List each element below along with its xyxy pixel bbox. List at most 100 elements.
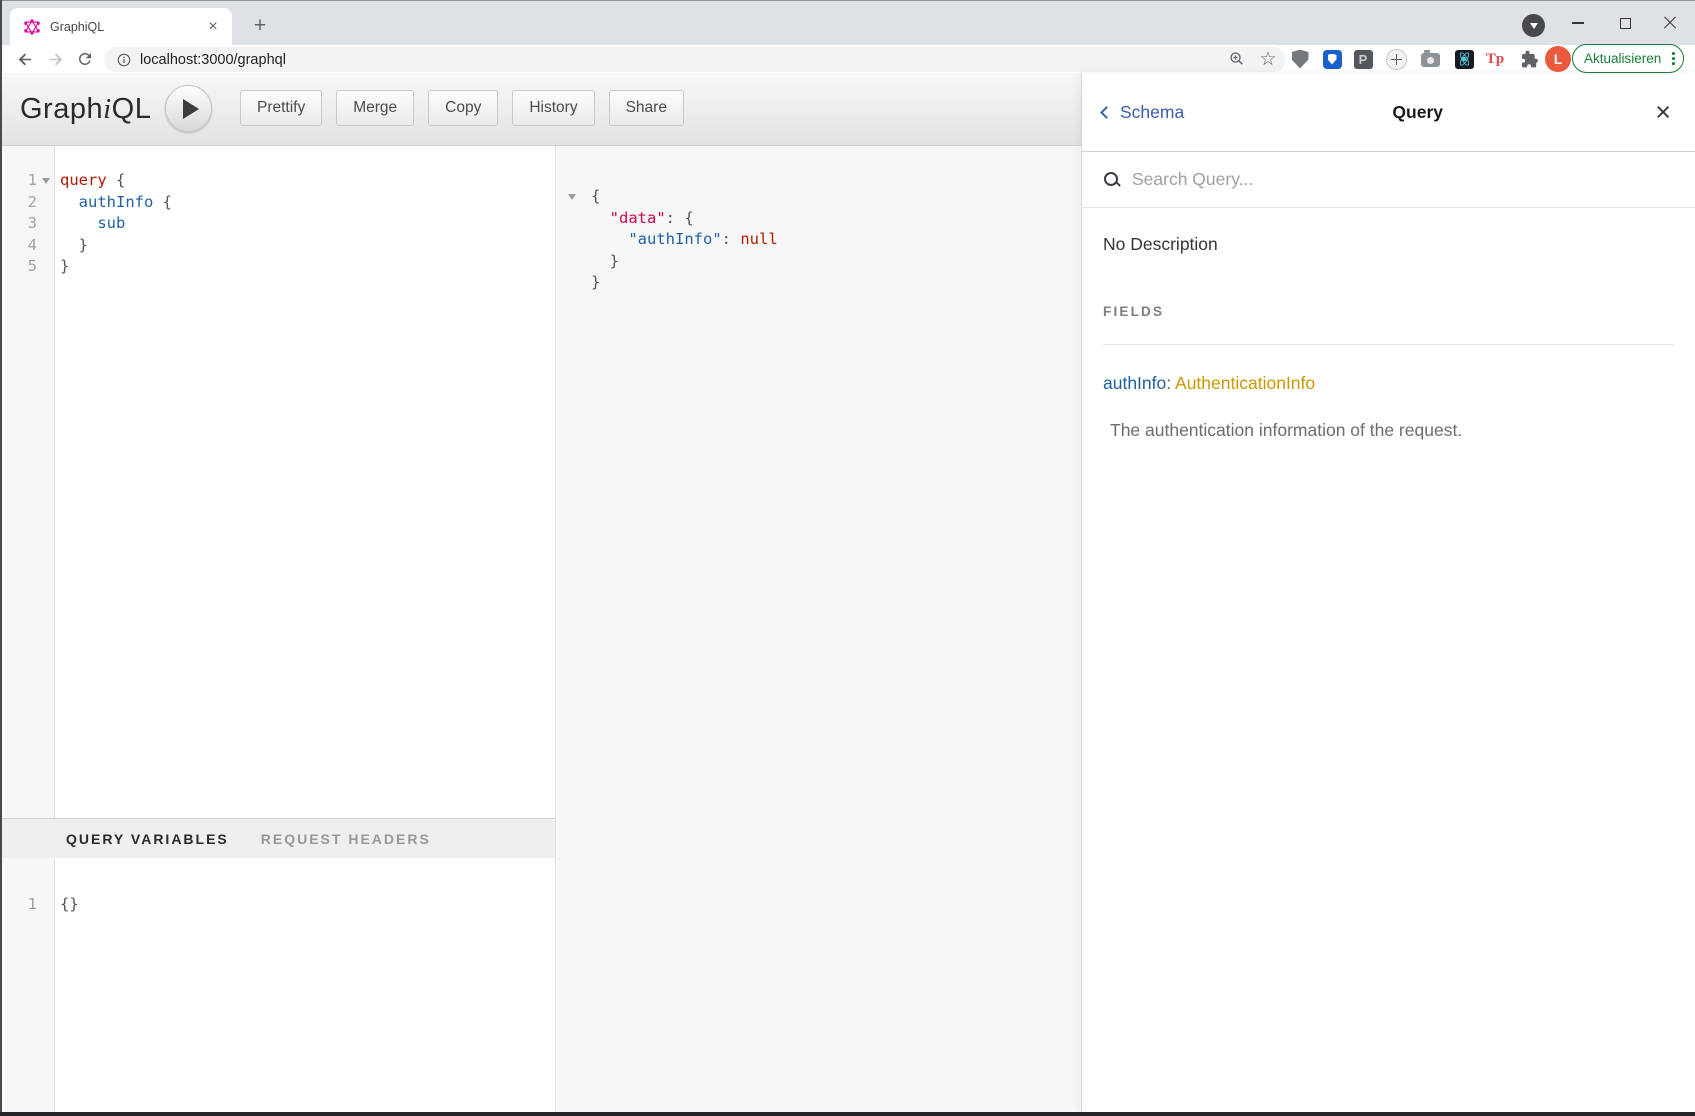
fold-arrow-icon[interactable] <box>568 194 576 200</box>
update-button-label: Aktualisieren <box>1584 51 1661 66</box>
line-number: 4 <box>0 235 37 257</box>
code-line: "authInfo": null <box>557 229 1080 251</box>
fold-gutter <box>37 894 55 916</box>
play-icon <box>183 99 199 119</box>
type-description: No Description <box>1103 234 1674 255</box>
line-number: 1 <box>0 894 37 916</box>
address-bar[interactable]: localhost:3000/graphql <box>104 47 1286 72</box>
maximize-icon <box>1620 18 1631 29</box>
code-line: 4 } <box>0 235 555 257</box>
doc-search-input[interactable] <box>1132 169 1674 190</box>
code-line: 1{} <box>0 894 555 916</box>
toolbar-button-copy[interactable]: Copy <box>428 90 498 126</box>
avatar: L <box>1545 46 1571 72</box>
react-atom-icon <box>1455 50 1474 69</box>
kebab-menu-icon[interactable] <box>1672 52 1675 65</box>
fold-gutter[interactable] <box>37 170 55 192</box>
field-name-link[interactable]: authInfo <box>1103 373 1166 393</box>
line-number: 5 <box>0 256 37 278</box>
tab-request-headers[interactable]: REQUEST HEADERS <box>261 831 431 847</box>
code-line: 1query { <box>0 170 555 192</box>
reload-icon <box>76 50 94 68</box>
fold-gutter <box>37 192 55 214</box>
toolbar-button-share[interactable]: Share <box>609 90 684 126</box>
browser-tab-graphiql[interactable]: GraphiQL × <box>10 8 232 45</box>
minimize-button[interactable] <box>1556 1 1600 45</box>
close-icon <box>1663 16 1677 30</box>
fold-gutter[interactable] <box>557 186 586 208</box>
puzzle-icon <box>1520 50 1539 69</box>
extension-screenshot-button[interactable] <box>1415 43 1445 75</box>
execute-query-button[interactable] <box>165 85 212 132</box>
bookmark-button[interactable]: ☆ <box>1255 46 1281 72</box>
field-type-link[interactable]: AuthenticationInfo <box>1175 373 1315 393</box>
toolbar-button-history[interactable]: History <box>512 90 594 126</box>
graphql-favicon-icon <box>24 19 40 35</box>
fold-gutter <box>557 229 586 251</box>
fields-divider <box>1103 344 1674 345</box>
fold-gutter <box>557 272 586 294</box>
toolbar-button-prettify[interactable]: Prettify <box>240 90 322 126</box>
doc-back-link[interactable]: Schema <box>1102 102 1184 123</box>
extension-move-button[interactable] <box>1381 43 1411 75</box>
line-number: 1 <box>0 170 37 192</box>
result-viewer[interactable]: { "data": { "authInfo": null }} <box>557 186 1080 294</box>
tab-query-variables[interactable]: QUERY VARIABLES <box>66 831 229 847</box>
tab-search-button[interactable] <box>1522 14 1545 37</box>
close-window-button[interactable] <box>1648 1 1692 45</box>
fold-gutter <box>557 251 586 273</box>
browser-toolbar: localhost:3000/graphql ☆ P Tp L Aktualis… <box>0 45 1695 73</box>
shield-icon <box>1292 50 1309 69</box>
bitwarden-shield-icon <box>1323 50 1342 69</box>
extension-ublock-button[interactable] <box>1285 43 1315 75</box>
zoom-page-button[interactable] <box>1224 46 1250 72</box>
extension-p-button[interactable]: P <box>1348 43 1378 75</box>
forward-button[interactable] <box>40 44 70 74</box>
fields-section-header: FIELDS <box>1103 304 1674 319</box>
extension-react-devtools-button[interactable] <box>1449 43 1479 75</box>
query-editor[interactable]: 1query {2 authInfo {3 sub4 }5} <box>0 170 555 278</box>
extensions-menu-button[interactable] <box>1514 43 1544 75</box>
cross-arrows-icon <box>1386 49 1407 70</box>
doc-explorer-header: Schema Query × <box>1082 73 1695 152</box>
fold-arrow-icon[interactable] <box>42 178 50 184</box>
url-text[interactable]: localhost:3000/graphql <box>140 52 286 68</box>
code-line: 5} <box>0 256 555 278</box>
doc-body: No Description FIELDS authInfo: Authenti… <box>1082 208 1695 441</box>
chevron-left-icon <box>1100 106 1113 119</box>
profile-avatar[interactable]: L <box>1543 43 1573 75</box>
code-line: { <box>557 186 1080 208</box>
extension-tp-button[interactable]: Tp <box>1480 43 1510 75</box>
search-icon <box>1103 171 1121 189</box>
tab-close-icon[interactable]: × <box>204 18 222 36</box>
code-line: 3 sub <box>0 213 555 235</box>
camera-icon <box>1421 53 1440 67</box>
extension-bitwarden-button[interactable] <box>1317 43 1347 75</box>
graphiql-logo: GraphiQL <box>20 93 151 126</box>
maximize-button[interactable] <box>1603 1 1647 45</box>
chevron-down-icon <box>1530 23 1538 29</box>
variables-editor[interactable]: 1{} <box>0 894 555 916</box>
window-top-edge <box>0 0 1695 1</box>
toolbar-button-merge[interactable]: Merge <box>336 90 414 126</box>
browser-update-button[interactable]: Aktualisieren <box>1572 44 1684 73</box>
window-bottom-edge <box>0 1112 1695 1116</box>
reload-button[interactable] <box>70 44 100 74</box>
back-arrow-icon <box>16 50 35 69</box>
doc-search-row <box>1082 152 1695 208</box>
doc-title: Query <box>1184 102 1651 123</box>
graphiql-main: 1query {2 authInfo {3 sub4 }5} QUERY VAR… <box>0 146 1081 1112</box>
back-button[interactable] <box>10 44 40 74</box>
field-row-authinfo: authInfo: AuthenticationInfo <box>1103 373 1674 394</box>
doc-explorer-panel: Schema Query × No Description FIELDS aut… <box>1081 73 1695 1112</box>
code-line: "data": { <box>557 208 1080 230</box>
page-info-icon[interactable] <box>116 52 132 68</box>
new-tab-button[interactable]: + <box>246 12 274 40</box>
fold-gutter <box>37 213 55 235</box>
minimize-icon <box>1572 22 1584 24</box>
fold-gutter <box>557 208 586 230</box>
doc-close-button[interactable]: × <box>1651 99 1675 126</box>
variables-tab-bar: QUERY VARIABLES REQUEST HEADERS <box>0 818 555 858</box>
tp-letters-icon: Tp <box>1486 51 1504 68</box>
p-letter-icon: P <box>1354 50 1373 69</box>
